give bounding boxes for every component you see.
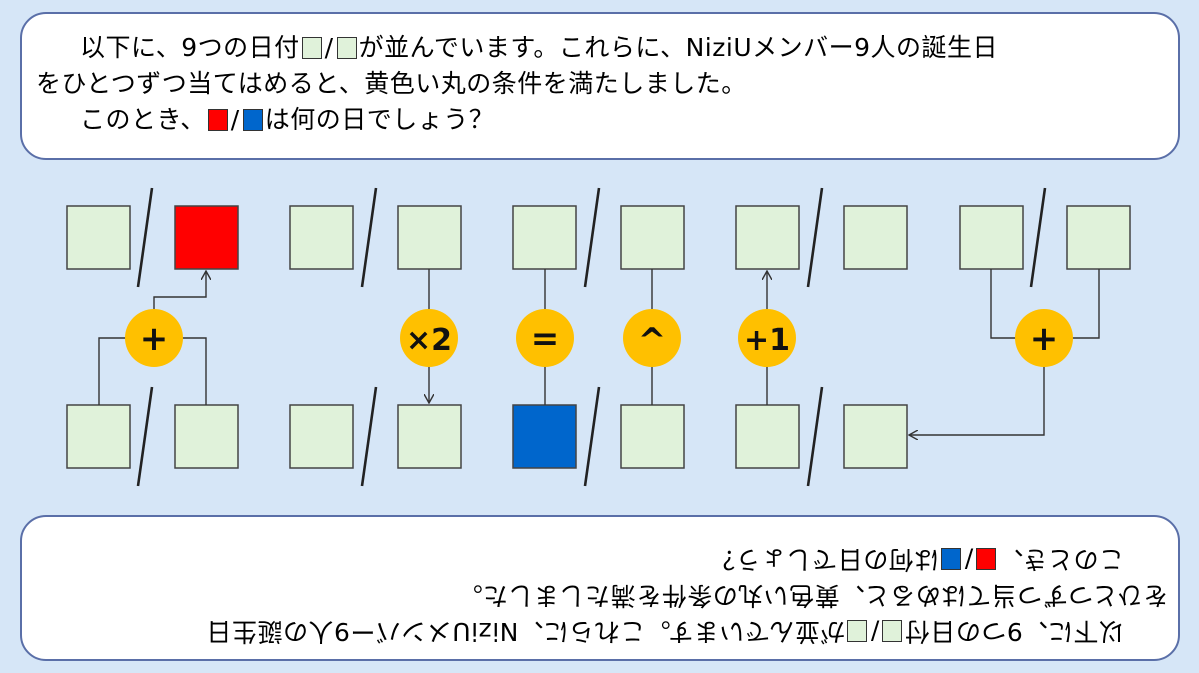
problem-line-2-upside-down: をひとつずつ当てはめると、黄色い丸の条件を満たしました。 (457, 581, 1168, 610)
problem-line-3-text-a-upside-down: このとき、 (998, 545, 1124, 574)
slash-2-top (360, 187, 378, 288)
problem-line-3-text-a: このとき、 (80, 105, 206, 134)
operator-plus-1: + (140, 319, 169, 359)
green-square-icon (301, 37, 322, 59)
slash-3-top (583, 187, 601, 288)
problem-line-1-text-b-upside-down: が並んでいます。これらに、NiziUメンバー9人の誕生日 (205, 617, 846, 646)
date-box-1-top-month (66, 205, 131, 270)
date-box-3-top-month (512, 205, 577, 270)
operator-plus1: +1 (744, 323, 790, 358)
problem-panel: 以下に、9つの日付 / が並んでいます。これらに、NiziUメンバー9人の誕生日 を… (20, 12, 1180, 160)
slash-3-bottom (583, 386, 601, 487)
connector-1b (182, 337, 207, 405)
problem-line-3: このとき、 / は何の日でしょう？ (36, 102, 1168, 138)
slash-text: / (230, 105, 240, 134)
slash-4-bottom (806, 386, 824, 487)
operator-equals: = (531, 319, 560, 359)
date-box-1-bottom-day (174, 404, 239, 469)
date-box-1-bottom-month (66, 404, 131, 469)
slash-1-bottom (136, 386, 154, 487)
connector-1a (98, 337, 127, 405)
problem-line-3-upside-down: このとき、 / は何の日でしょう？ (36, 541, 1168, 577)
connector-6a (990, 269, 1016, 339)
date-box-3-bottom-month-blue (512, 404, 577, 469)
slash-5-top (1029, 187, 1047, 288)
slash-text: / (870, 617, 880, 646)
slash-text: / (964, 545, 974, 574)
date-box-2-top-month (289, 205, 354, 270)
connector-1c (153, 271, 206, 310)
connector-6c (909, 366, 1045, 435)
problem-line-3-text-b: は何の日でしょう？ (264, 105, 495, 134)
slash-text: / (324, 33, 334, 62)
date-box-2-bottom-day (397, 404, 462, 469)
problem-line-2: をひとつずつ当てはめると、黄色い丸の条件を満たしました。 (36, 69, 747, 98)
problem-text-upside-down: 以下に、9つの日付 / が並んでいます。これらに、NiziUメンバー9人の誕生日 を… (36, 525, 1168, 649)
operator-plus-2: + (1030, 319, 1059, 359)
problem-line-1-text-a: 以下に、9つの日付 (80, 33, 300, 62)
date-puzzle-diagram: + ×2 = ^ +1 + (66, 187, 1131, 487)
problem-line-1-upside-down: 以下に、9つの日付 / が並んでいます。これらに、NiziUメンバー9人の誕生日 (36, 613, 1168, 649)
problem-line-1-text-b: が並んでいます。これらに、NiziUメンバー9人の誕生日 (358, 33, 999, 62)
date-box-3-top-day (620, 205, 685, 270)
date-box-2-bottom-month (289, 404, 354, 469)
date-box-2-top-day (397, 205, 462, 270)
red-square-icon (207, 109, 228, 131)
slash-1-top (136, 187, 154, 288)
date-box-4-top-month (735, 205, 800, 270)
date-box-4-bottom-day (843, 404, 908, 469)
green-square-icon (847, 620, 868, 642)
operator-times2: ×2 (406, 323, 452, 358)
date-box-1-top-day-red (174, 205, 239, 270)
slash-4-top (806, 187, 824, 288)
problem-line-3-text-b-upside-down: は何の日でしょう？ (709, 545, 940, 574)
connector-6b (1072, 269, 1100, 339)
problem-line-1-text-a-upside-down: 以下に、9つの日付 (904, 617, 1124, 646)
red-square-icon (976, 548, 997, 570)
blue-square-icon (242, 109, 263, 131)
problem-panel-upside-down: 以下に、9つの日付 / が並んでいます。これらに、NiziUメンバー9人の誕生日 を… (20, 515, 1180, 661)
slash-2-bottom (360, 386, 378, 487)
problem-text: 以下に、9つの日付 / が並んでいます。これらに、NiziUメンバー9人の誕生日 を… (36, 30, 1168, 138)
date-box-3-bottom-day (620, 404, 685, 469)
operator-caret: ^ (638, 321, 667, 361)
date-box-5-top-day (1066, 205, 1131, 270)
green-square-icon (336, 37, 357, 59)
date-box-5-top-month (959, 205, 1024, 270)
date-box-4-bottom-month (735, 404, 800, 469)
blue-square-icon (941, 548, 962, 570)
green-square-icon (882, 620, 903, 642)
date-box-4-top-day (843, 205, 908, 270)
problem-line-1: 以下に、9つの日付 / が並んでいます。これらに、NiziUメンバー9人の誕生日 (36, 30, 1168, 66)
